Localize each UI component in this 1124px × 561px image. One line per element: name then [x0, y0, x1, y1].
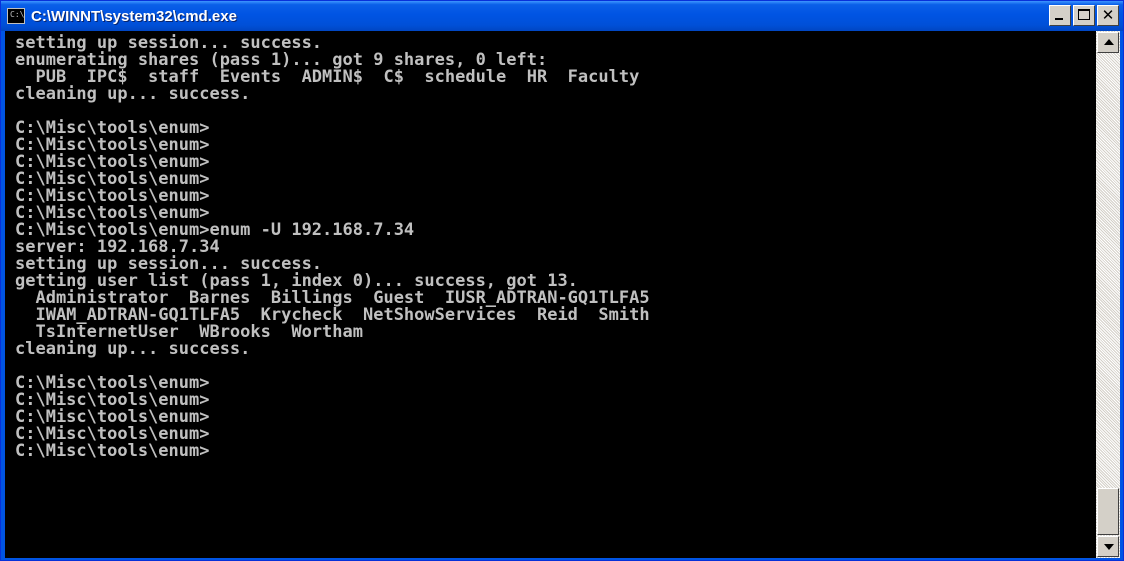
console-line: cleaning up... success.	[15, 339, 251, 359]
scroll-up-arrow-icon	[1104, 39, 1114, 45]
console-line: C:\Misc\tools\enum>	[15, 441, 210, 461]
vertical-scrollbar[interactable]	[1096, 31, 1120, 558]
title-bar[interactable]: C:\ C:\WINNT\system32\cmd.exe ✕	[1, 1, 1123, 31]
console-output[interactable]: setting up session... success. enumeratin…	[5, 31, 1096, 558]
console-icon-text: C:\	[10, 10, 25, 19]
minimize-icon	[1055, 18, 1063, 20]
maximize-button[interactable]	[1073, 5, 1095, 26]
scroll-down-button[interactable]	[1097, 536, 1119, 557]
close-button[interactable]: ✕	[1097, 5, 1119, 26]
close-icon: ✕	[1101, 6, 1115, 24]
caption-buttons: ✕	[1049, 5, 1119, 26]
maximize-icon	[1078, 9, 1090, 20]
cmd-window: C:\ C:\WINNT\system32\cmd.exe ✕ setting …	[0, 0, 1124, 561]
scroll-up-button[interactable]	[1097, 32, 1119, 53]
minimize-button[interactable]	[1049, 5, 1071, 26]
scrollbar-thumb[interactable]	[1097, 488, 1119, 535]
scroll-down-arrow-icon	[1104, 544, 1114, 550]
console-icon[interactable]: C:\	[7, 8, 25, 24]
window-title: C:\WINNT\system32\cmd.exe	[31, 7, 237, 25]
console-line: cleaning up... success.	[15, 84, 251, 104]
